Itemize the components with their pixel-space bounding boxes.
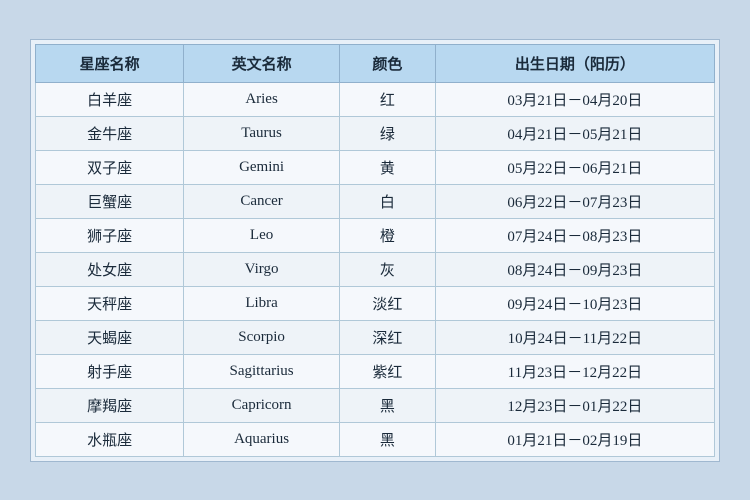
cell-dates: 05月22日－06月21日 (435, 150, 714, 184)
cell-dates: 11月23日－12月22日 (435, 354, 714, 388)
table-body: 白羊座Aries红03月21日－04月20日金牛座Taurus绿04月21日－0… (36, 82, 715, 456)
cell-dates: 12月23日－01月22日 (435, 388, 714, 422)
cell-chinese-name: 处女座 (36, 252, 184, 286)
table-row: 狮子座Leo橙07月24日－08月23日 (36, 218, 715, 252)
cell-dates: 03月21日－04月20日 (435, 82, 714, 116)
table-row: 射手座Sagittarius紫红11月23日－12月22日 (36, 354, 715, 388)
cell-dates: 10月24日－11月22日 (435, 320, 714, 354)
table-row: 白羊座Aries红03月21日－04月20日 (36, 82, 715, 116)
table-row: 天秤座Libra淡红09月24日－10月23日 (36, 286, 715, 320)
zodiac-table-container: 星座名称 英文名称 颜色 出生日期（阳历） 白羊座Aries红03月21日－04… (30, 39, 720, 462)
cell-chinese-name: 狮子座 (36, 218, 184, 252)
cell-dates: 06月22日－07月23日 (435, 184, 714, 218)
cell-english-name: Virgo (184, 252, 340, 286)
cell-dates: 04月21日－05月21日 (435, 116, 714, 150)
table-row: 金牛座Taurus绿04月21日－05月21日 (36, 116, 715, 150)
cell-color: 黄 (339, 150, 435, 184)
cell-chinese-name: 水瓶座 (36, 422, 184, 456)
cell-english-name: Gemini (184, 150, 340, 184)
cell-chinese-name: 天秤座 (36, 286, 184, 320)
table-row: 巨蟹座Cancer白06月22日－07月23日 (36, 184, 715, 218)
table-row: 水瓶座Aquarius黑01月21日－02月19日 (36, 422, 715, 456)
table-row: 双子座Gemini黄05月22日－06月21日 (36, 150, 715, 184)
header-chinese-name: 星座名称 (36, 44, 184, 82)
table-row: 处女座Virgo灰08月24日－09月23日 (36, 252, 715, 286)
table-header-row: 星座名称 英文名称 颜色 出生日期（阳历） (36, 44, 715, 82)
table-row: 天蝎座Scorpio深红10月24日－11月22日 (36, 320, 715, 354)
header-english-name: 英文名称 (184, 44, 340, 82)
cell-color: 黑 (339, 388, 435, 422)
cell-chinese-name: 金牛座 (36, 116, 184, 150)
cell-color: 橙 (339, 218, 435, 252)
header-dates: 出生日期（阳历） (435, 44, 714, 82)
cell-color: 黑 (339, 422, 435, 456)
cell-chinese-name: 白羊座 (36, 82, 184, 116)
cell-english-name: Libra (184, 286, 340, 320)
cell-english-name: Sagittarius (184, 354, 340, 388)
cell-english-name: Capricorn (184, 388, 340, 422)
cell-color: 深红 (339, 320, 435, 354)
cell-color: 紫红 (339, 354, 435, 388)
cell-dates: 09月24日－10月23日 (435, 286, 714, 320)
cell-english-name: Aquarius (184, 422, 340, 456)
cell-color: 淡红 (339, 286, 435, 320)
cell-english-name: Leo (184, 218, 340, 252)
cell-english-name: Scorpio (184, 320, 340, 354)
cell-english-name: Taurus (184, 116, 340, 150)
zodiac-table: 星座名称 英文名称 颜色 出生日期（阳历） 白羊座Aries红03月21日－04… (35, 44, 715, 457)
cell-english-name: Aries (184, 82, 340, 116)
cell-color: 红 (339, 82, 435, 116)
cell-chinese-name: 双子座 (36, 150, 184, 184)
cell-color: 绿 (339, 116, 435, 150)
cell-chinese-name: 射手座 (36, 354, 184, 388)
cell-chinese-name: 摩羯座 (36, 388, 184, 422)
header-color: 颜色 (339, 44, 435, 82)
cell-chinese-name: 巨蟹座 (36, 184, 184, 218)
cell-color: 白 (339, 184, 435, 218)
cell-dates: 07月24日－08月23日 (435, 218, 714, 252)
cell-dates: 01月21日－02月19日 (435, 422, 714, 456)
cell-color: 灰 (339, 252, 435, 286)
table-row: 摩羯座Capricorn黑12月23日－01月22日 (36, 388, 715, 422)
cell-chinese-name: 天蝎座 (36, 320, 184, 354)
cell-english-name: Cancer (184, 184, 340, 218)
cell-dates: 08月24日－09月23日 (435, 252, 714, 286)
